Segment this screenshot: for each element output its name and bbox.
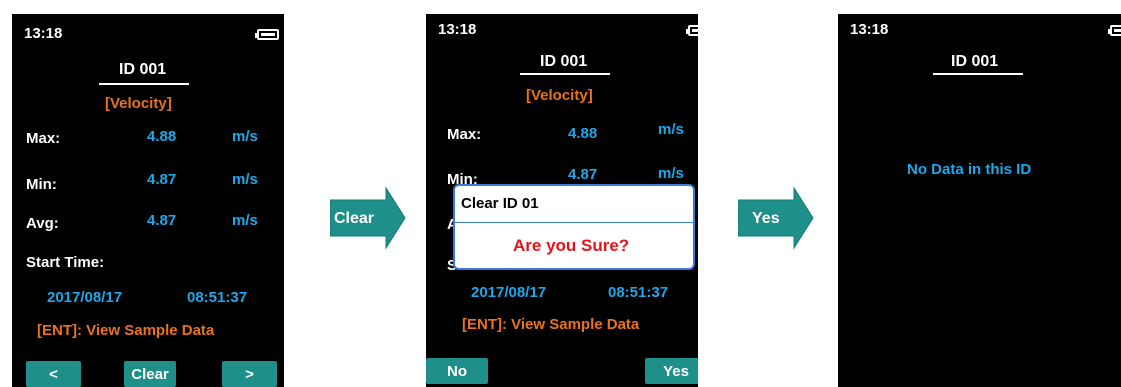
start-clock: 08:51:37	[187, 289, 248, 306]
min-unit: m/s	[658, 165, 684, 182]
clear-arrow-icon: Clear	[330, 186, 406, 250]
mode-label: [Velocity]	[526, 87, 593, 104]
start-time-label: Start Time:	[26, 254, 105, 271]
dialog-divider	[455, 222, 693, 223]
clear-button[interactable]: Clear	[124, 361, 176, 387]
min-unit: m/s	[232, 171, 258, 188]
avg-label: Avg:	[26, 215, 59, 232]
prev-button[interactable]: <	[26, 361, 81, 387]
device-screen-empty: 13:18 ID 001 No Data in this ID	[838, 14, 1121, 387]
id-underline	[520, 73, 610, 75]
view-sample-hint: [ENT]: View Sample Data	[462, 316, 640, 333]
max-unit: m/s	[232, 128, 258, 145]
dialog-title: Clear ID 01	[461, 195, 539, 212]
id-title: ID 001	[540, 53, 588, 70]
clear-arrow-label: Clear	[334, 210, 375, 227]
max-label: Max:	[447, 126, 482, 143]
max-unit: m/s	[658, 121, 684, 138]
id-title: ID 001	[951, 53, 999, 70]
min-value: 4.87	[147, 171, 177, 188]
id-title: ID 001	[119, 61, 167, 78]
avg-value: 4.87	[147, 212, 177, 229]
no-data-message: No Data in this ID	[907, 161, 1032, 178]
dialog-message: Are you Sure?	[513, 236, 630, 255]
no-button[interactable]: No	[426, 358, 488, 384]
device-screen-data: 13:18 ID 001 [Velocity] Max: 4.88 m/s Mi…	[12, 14, 284, 387]
yes-button[interactable]: Yes	[645, 358, 698, 384]
confirm-dialog: Clear ID 01 Are you Sure?	[453, 184, 695, 270]
battery-icon	[686, 25, 698, 36]
yes-arrow-label: Yes	[752, 210, 780, 227]
battery-icon	[255, 29, 279, 40]
yes-arrow-icon: Yes	[738, 186, 814, 250]
device-screen-confirm: 13:18 ID 001 [Velocity] Max: 4.88 m/s Mi…	[426, 14, 698, 387]
start-date: 2017/08/17	[47, 289, 123, 306]
battery-icon	[1108, 25, 1121, 36]
clock-time: 13:18	[850, 21, 889, 38]
id-underline	[933, 73, 1023, 75]
next-button[interactable]: >	[222, 361, 277, 387]
max-label: Max:	[26, 130, 61, 147]
min-value: 4.87	[568, 166, 598, 183]
max-value: 4.88	[568, 125, 598, 142]
max-value: 4.88	[147, 128, 177, 145]
mode-label: [Velocity]	[105, 95, 172, 112]
clock-time: 13:18	[24, 25, 63, 42]
clock-time: 13:18	[438, 21, 477, 38]
id-underline	[99, 83, 189, 85]
avg-unit: m/s	[232, 212, 258, 229]
min-label: Min:	[26, 176, 57, 193]
view-sample-hint: [ENT]: View Sample Data	[37, 322, 215, 339]
start-clock: 08:51:37	[608, 284, 669, 301]
start-date: 2017/08/17	[471, 284, 547, 301]
